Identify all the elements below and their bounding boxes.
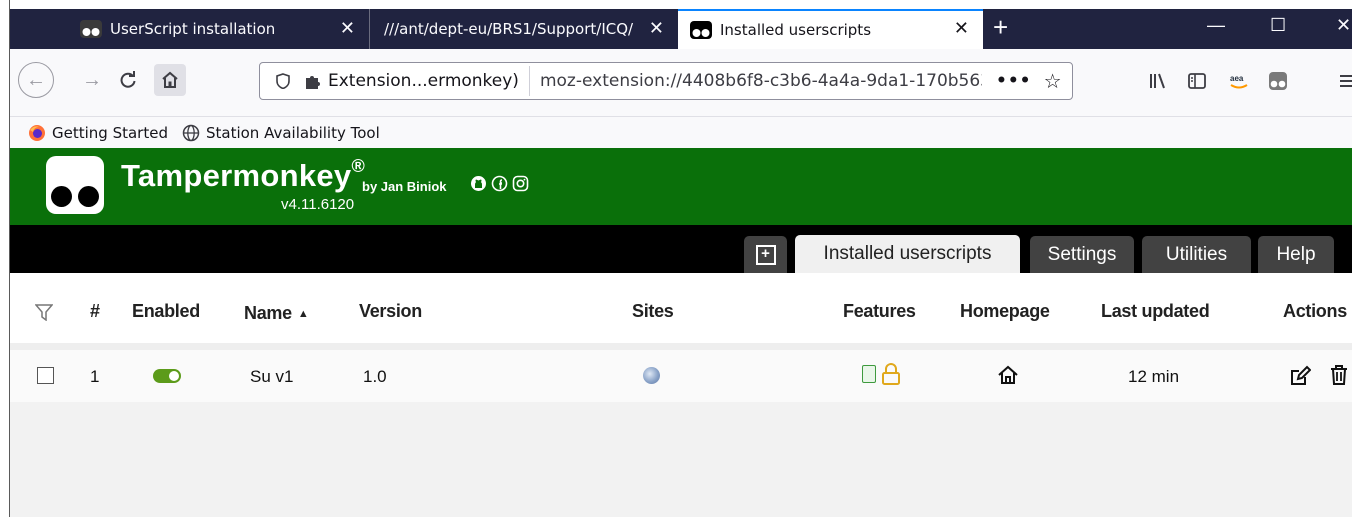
all-sites-globe-icon[interactable]: [643, 367, 660, 384]
facebook-icon[interactable]: [491, 175, 508, 192]
url-bar[interactable]: Extension...ermonkey) moz-extension://44…: [259, 62, 1073, 100]
tab-utilities[interactable]: Utilities: [1142, 236, 1251, 273]
edit-icon[interactable]: [1289, 365, 1311, 387]
header-actions: Actions: [1283, 301, 1347, 321]
site-identity[interactable]: Extension...ermonkey): [304, 66, 530, 96]
new-tab-button[interactable]: +: [993, 14, 1008, 40]
tampermonkey-header: Tampermonkey® by Jan Biniok v4.11.6120: [10, 148, 1352, 225]
new-script-tab[interactable]: +: [744, 236, 787, 273]
table-empty-area: [10, 402, 1352, 517]
maximize-button[interactable]: ☐: [1270, 14, 1286, 36]
tab-title: Installed userscripts: [720, 21, 872, 39]
social-links: [470, 175, 529, 192]
tab-installed-userscripts[interactable]: Installed userscripts: [795, 235, 1020, 273]
tracking-shield-icon[interactable]: [274, 73, 292, 89]
github-icon[interactable]: [470, 175, 487, 192]
header-homepage[interactable]: Homepage: [960, 301, 1050, 322]
close-icon[interactable]: ✕: [954, 18, 969, 40]
tab-title: UserScript installation: [110, 20, 276, 38]
script-feature-icon: [862, 365, 876, 383]
header-name[interactable]: Name ▲: [244, 303, 309, 324]
homepage-icon[interactable]: [997, 364, 1019, 386]
reload-icon: [120, 71, 136, 88]
url-text[interactable]: moz-extension://4408b6f8-c3b6-4a4a-9da1-…: [540, 71, 982, 91]
app-title: Tampermonkey®: [121, 156, 366, 193]
browser-window: UserScript installation ✕ ///ant/dept-eu…: [10, 0, 1352, 517]
tab-strip: UserScript installation ✕ ///ant/dept-eu…: [10, 0, 1352, 49]
header-features[interactable]: Features: [843, 301, 916, 322]
header-enabled[interactable]: Enabled: [132, 301, 200, 322]
bookmark-star-icon[interactable]: ☆: [1044, 69, 1062, 93]
tampermonkey-logo: [46, 156, 104, 214]
bookmark-getting-started[interactable]: Getting Started: [28, 124, 168, 142]
enabled-toggle[interactable]: [153, 369, 181, 383]
script-name-link[interactable]: Su v1: [250, 367, 293, 387]
amazon-assistant-icon[interactable]: aea: [1228, 70, 1250, 92]
tab-settings[interactable]: Settings: [1030, 236, 1134, 273]
menu-icon[interactable]: [1338, 71, 1352, 91]
tampermonkey-icon[interactable]: [1268, 71, 1288, 91]
home-icon: [162, 71, 178, 88]
row-select-checkbox[interactable]: [37, 367, 54, 384]
tab-title: ///ant/dept-eu/BRS1/Support/ICQ/: [384, 20, 634, 38]
arrow-right-icon: →: [82, 68, 102, 91]
app-version: v4.11.6120: [281, 196, 355, 213]
tab-icq-path[interactable]: ///ant/dept-eu/BRS1/Support/ICQ/ ✕: [370, 9, 678, 49]
reload-button[interactable]: [112, 64, 144, 96]
svg-text:aea: aea: [1230, 74, 1244, 83]
sort-ascending-icon: ▲: [297, 308, 309, 320]
table-row: 1 Su v1 1.0 12 min: [10, 350, 1352, 402]
header-sites[interactable]: Sites: [632, 301, 674, 322]
page-actions-icon[interactable]: •••: [996, 71, 1032, 91]
header-version[interactable]: Version: [359, 301, 422, 322]
last-updated-value[interactable]: 12 min: [1128, 367, 1179, 387]
lock-icon: [882, 363, 900, 385]
author-link[interactable]: by Jan Biniok: [362, 179, 447, 194]
tab-installed-userscripts[interactable]: Installed userscripts ✕: [678, 9, 983, 49]
bookmark-label: Station Availability Tool: [205, 123, 380, 142]
bookmarks-toolbar: Getting Started Station Availability Too…: [10, 117, 1352, 148]
window-frame-edge: [0, 0, 10, 517]
row-number: 1: [90, 367, 100, 386]
identity-label: Extension...ermonkey): [328, 71, 519, 91]
home-button[interactable]: [154, 64, 186, 96]
filter-icon[interactable]: [35, 304, 53, 321]
close-icon[interactable]: ✕: [649, 18, 664, 40]
arrow-left-icon: ←: [26, 68, 46, 91]
firefox-icon: [29, 124, 45, 141]
delete-icon[interactable]: [1329, 364, 1349, 386]
window-close-button[interactable]: ✕: [1336, 14, 1351, 36]
tampermonkey-tabbar: + Installed userscripts Settings Utiliti…: [10, 225, 1352, 273]
tab-userscript-installation[interactable]: UserScript installation ✕: [68, 9, 370, 49]
library-icon[interactable]: [1148, 71, 1168, 91]
add-script-icon: +: [755, 244, 776, 265]
script-version: 1.0: [363, 367, 387, 386]
globe-icon: [182, 124, 200, 141]
scripts-table-header: # Enabled Name ▲ Version Sites Features H…: [10, 273, 1352, 350]
close-icon[interactable]: ✕: [340, 18, 355, 40]
back-button[interactable]: ←: [18, 62, 54, 98]
header-number[interactable]: #: [90, 301, 100, 322]
forward-button[interactable]: →: [76, 64, 108, 96]
navigation-toolbar: ← → Extension...ermonkey) moz-extension:…: [10, 49, 1352, 117]
tampermonkey-icon: [690, 21, 712, 39]
sidebar-icon[interactable]: [1187, 71, 1207, 91]
tampermonkey-icon: [80, 20, 102, 38]
header-last-updated[interactable]: Last updated: [1101, 301, 1210, 322]
bookmark-label: Getting Started: [52, 123, 168, 142]
bookmark-station-availability-tool[interactable]: Station Availability Tool: [182, 124, 380, 142]
minimize-button[interactable]: —: [1207, 14, 1225, 36]
extension-puzzle-icon: [306, 76, 320, 89]
tab-help[interactable]: Help: [1258, 236, 1334, 273]
instagram-icon[interactable]: [512, 175, 529, 192]
